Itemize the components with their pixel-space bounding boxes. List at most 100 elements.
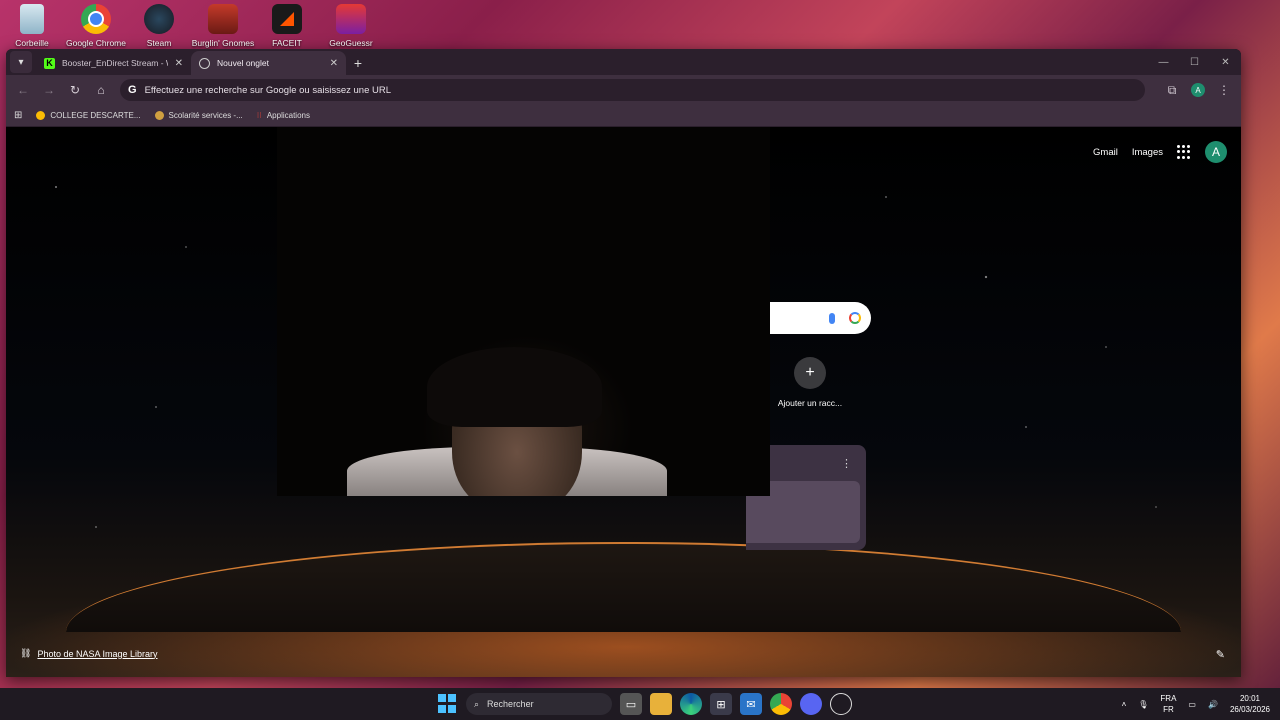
webcam-overlay	[277, 127, 770, 496]
desktop-icon-faceit[interactable]: FACEIT	[252, 4, 322, 48]
close-icon[interactable]: ✕	[330, 58, 338, 69]
background-credit[interactable]: ⛓ Photo de NASA Image Library	[20, 648, 158, 659]
bookmark-item[interactable]: COLLEGE DESCARTE...	[36, 111, 141, 120]
tab-stream[interactable]: K Booster_EnDirect Stream - Watc ✕	[36, 51, 191, 75]
steam-icon	[144, 4, 174, 34]
bookmarks-bar: ⊞ COLLEGE DESCARTE... Scolarité services…	[6, 105, 1241, 127]
kick-favicon-icon: K	[44, 57, 55, 69]
desktop-icons: Corbeille Google Chrome Steam Burglin' G…	[0, 2, 1280, 58]
back-button[interactable]: ←	[12, 79, 34, 101]
arrow-left-icon: ←	[17, 83, 29, 97]
address-bar[interactable]: G Effectuez une recherche sur Google ou …	[120, 79, 1145, 101]
window-controls: — ☐ ✕	[1148, 49, 1241, 75]
credit-link[interactable]: Photo de NASA Image Library	[37, 649, 157, 659]
microphone-icon[interactable]: 🎙	[1138, 700, 1148, 709]
apps-grid-icon[interactable]: ⊞	[14, 110, 22, 121]
clock-date: 26/03/2026	[1229, 705, 1270, 714]
store-icon[interactable]: ⊞	[710, 693, 732, 715]
bookmark-label: Scolarité services -...	[168, 111, 243, 120]
webcam-person-hair	[427, 347, 602, 427]
shortcut-label: Ajouter un racc...	[777, 398, 843, 408]
desktop-icon-label: Burglin' Gnomes	[191, 38, 255, 48]
taskbar: ⌕ Rechercher ▭ ⊞ ✉ ˄ 🎙 FRA FR ▭ 🔊 20:01 …	[0, 688, 1280, 720]
home-icon: ⌂	[97, 83, 105, 97]
link-icon: ⛓	[20, 648, 32, 658]
minimize-button[interactable]: —	[1148, 49, 1179, 75]
gmail-link[interactable]: Gmail	[1093, 147, 1118, 158]
file-explorer-icon[interactable]	[650, 693, 672, 715]
desktop-icon-steam[interactable]: Steam	[124, 4, 194, 48]
extensions-button[interactable]: ⧉	[1161, 79, 1183, 101]
task-view-icon[interactable]: ▭	[620, 693, 642, 715]
search-icon: ⌕	[474, 698, 480, 709]
discord-icon[interactable]	[800, 693, 822, 715]
tab-new-tab[interactable]: Nouvel onglet ✕	[191, 51, 346, 75]
tab-title: Booster_EnDirect Stream - Watc	[62, 58, 168, 68]
language-line1: FRA	[1160, 694, 1177, 703]
close-window-button[interactable]: ✕	[1210, 49, 1241, 75]
taskbar-center: ⌕ Rechercher ▭ ⊞ ✉	[438, 688, 852, 720]
clock[interactable]: 20:01 26/03/2026	[1230, 693, 1270, 715]
bookmark-item[interactable]: ⁝⁝ Applications	[257, 111, 310, 120]
taskbar-search-label: Rechercher	[487, 699, 534, 709]
more-vert-icon[interactable]: ⋮	[841, 457, 852, 470]
close-icon[interactable]: ✕	[175, 58, 183, 69]
bookmark-label: Applications	[266, 111, 310, 120]
chrome-icon	[81, 4, 111, 34]
network-icon[interactable]: ▭	[1188, 700, 1196, 709]
reload-button[interactable]: ↻	[64, 79, 86, 101]
desktop-icon-chrome[interactable]: Google Chrome	[61, 4, 131, 48]
bookmark-item[interactable]: Scolarité services -...	[154, 111, 243, 120]
plus-icon: +	[794, 357, 826, 389]
profile-button[interactable]: A	[1187, 79, 1209, 101]
reload-icon: ↻	[69, 83, 81, 97]
chevron-down-icon: ▾	[18, 56, 24, 68]
earth-horizon	[66, 542, 1181, 632]
chevron-up-icon[interactable]: ˄	[1122, 700, 1127, 709]
avatar[interactable]: A	[1205, 141, 1227, 163]
desktop-icon-label: FACEIT	[272, 38, 302, 48]
tab-search-button[interactable]: ▾	[10, 51, 32, 73]
windows-start-icon[interactable]	[438, 694, 458, 714]
language-line2: FR	[1163, 705, 1174, 714]
desktop-icon-label: Steam	[146, 38, 172, 48]
forward-button[interactable]: →	[38, 79, 60, 101]
language-indicator[interactable]: FRA FR	[1160, 693, 1176, 715]
bookmark-favicon-icon	[36, 111, 46, 120]
avatar: A	[1191, 83, 1205, 97]
google-lens-icon[interactable]	[849, 312, 861, 324]
taskbar-search[interactable]: ⌕ Rechercher	[466, 693, 612, 715]
system-tray: ˄ 🎙 FRA FR ▭ 🔊 20:01 26/03/2026	[1122, 688, 1270, 720]
menu-button[interactable]: ⋮	[1213, 79, 1235, 101]
recycle-bin-icon	[20, 4, 44, 34]
plus-icon: +	[353, 55, 363, 71]
chrome-icon[interactable]	[770, 693, 792, 715]
google-icon: G	[128, 84, 137, 96]
ntp-header: Gmail Images A	[1093, 141, 1227, 163]
browser-toolbar: ← → ↻ ⌂ G Effectuez une recherche sur Go…	[6, 75, 1241, 105]
add-shortcut[interactable]: + Ajouter un racc...	[770, 357, 850, 408]
images-link[interactable]: Images	[1132, 147, 1163, 158]
customize-pencil-icon[interactable]: ✎	[1216, 648, 1225, 661]
clock-time: 20:01	[1239, 694, 1260, 703]
volume-icon[interactable]: 🔊	[1208, 700, 1218, 709]
home-button[interactable]: ⌂	[90, 79, 112, 101]
google-apps-icon[interactable]	[1177, 145, 1191, 159]
maximize-button[interactable]: ☐	[1179, 49, 1210, 75]
more-vert-icon: ⋮	[1218, 83, 1230, 97]
desktop-icon-label: Corbeille	[15, 38, 49, 48]
bookmark-favicon-icon	[154, 111, 164, 120]
desktop-icon-recycle-bin[interactable]: Corbeille	[0, 4, 67, 48]
desktop-icon-burglin-gnomes[interactable]: Burglin' Gnomes	[188, 4, 258, 48]
arrow-right-icon: →	[43, 83, 55, 97]
new-tab-button[interactable]: +	[346, 51, 370, 75]
faceit-icon	[272, 4, 302, 34]
microphone-icon[interactable]	[829, 312, 835, 324]
obs-icon[interactable]	[830, 693, 852, 715]
game-icon	[208, 4, 238, 34]
puzzle-icon: ⧉	[1167, 82, 1177, 97]
mail-icon[interactable]: ✉	[740, 693, 762, 715]
edge-icon[interactable]	[680, 693, 702, 715]
tab-strip: ▾ K Booster_EnDirect Stream - Watc ✕ Nou…	[6, 49, 1241, 75]
desktop-icon-label: Google Chrome	[65, 38, 126, 48]
